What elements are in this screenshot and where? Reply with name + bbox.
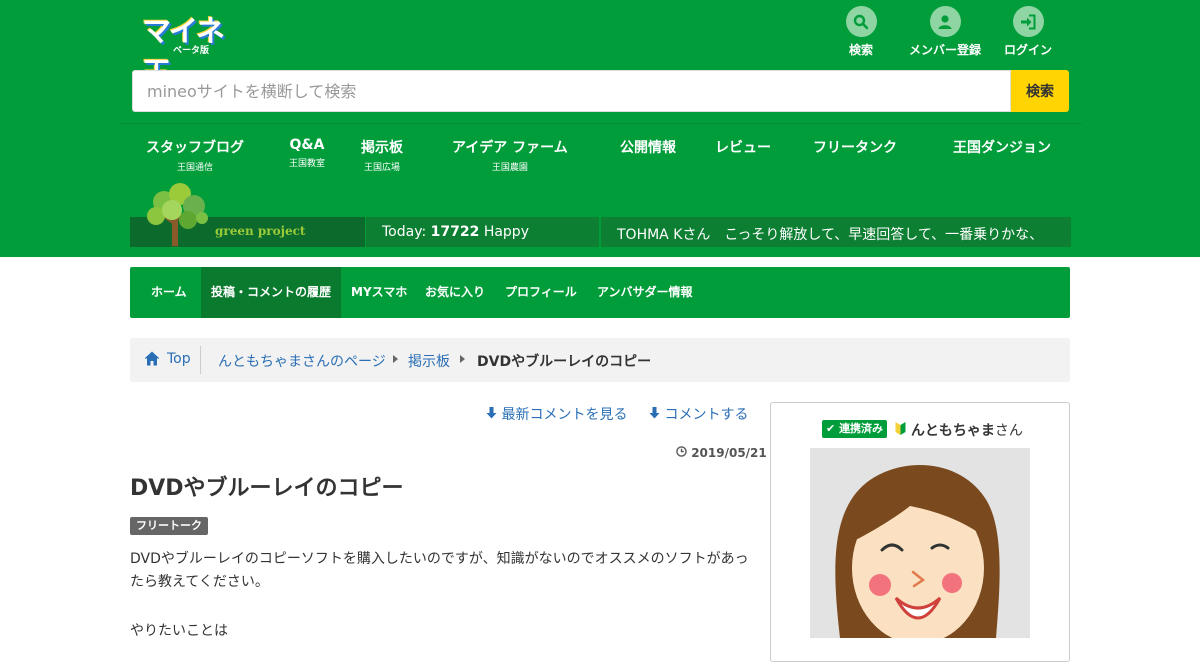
nav-item-label: 王国ダンジョン — [953, 140, 1051, 156]
arrow-down-icon — [649, 407, 660, 419]
latest-comment-link[interactable]: 最新コメントを見る — [486, 404, 627, 424]
linked-badge: ✔ 連携済み — [822, 420, 888, 438]
today-label: Today: — [382, 224, 427, 240]
subnav-item-label: プロフィール — [505, 285, 577, 299]
breadcrumb-user-page-link[interactable]: んともちゃまさんのページ — [218, 351, 386, 371]
site-logo[interactable]: マイネ王 ベータ版 — [140, 6, 240, 90]
nav-item-label: レビュー — [715, 140, 771, 156]
author-name-value: んともちゃま — [910, 423, 995, 439]
breadcrumb: Top んともちゃまさんのページ 掲示板 DVDやブルーレイのコピー — [130, 338, 1070, 382]
subnav-item-label: MYスマホ — [351, 285, 408, 299]
header-search-label: 検索 — [848, 43, 873, 57]
post-body-continued: やりたいことは — [130, 623, 228, 639]
user-icon — [929, 6, 961, 37]
subnav-item-favorites[interactable]: お気に入り — [425, 267, 485, 318]
home-icon — [144, 351, 160, 366]
comment-label: コメントする — [664, 407, 749, 423]
subnav-item-label: お気に入り — [425, 285, 486, 299]
today-suffix: Happy — [483, 224, 529, 240]
author-name-suffix: さん — [994, 423, 1023, 439]
ticker-text: TOHMA Kさん こっそり解放して、早速回答して、一番乗りかな、 — [617, 227, 1044, 243]
caret-right-icon — [460, 355, 465, 363]
subnav-item-my-smartphone[interactable]: MYスマホ — [351, 267, 407, 318]
beginner-mark-icon — [895, 422, 906, 435]
caret-right-icon — [393, 355, 398, 363]
breadcrumb-top-link[interactable]: Top — [167, 351, 191, 367]
today-happy-counter: Today: 17722 Happy — [366, 217, 599, 247]
breadcrumb-divider — [200, 346, 201, 374]
author-profile-card: ✔ 連携済み んともちゃまさん — [770, 402, 1070, 662]
post-body: DVDやブルーレイのコピーソフトを購入したいのですが、知識がないのでオススメのソ… — [130, 551, 749, 590]
news-ticker[interactable]: TOHMA Kさん こっそり解放して、早速回答して、一番乗りかな、 — [601, 217, 1071, 247]
tree-icon — [147, 183, 208, 246]
nav-item-free-tank[interactable]: フリータンク — [813, 137, 897, 157]
subnav-item-home[interactable]: ホーム — [130, 267, 208, 318]
logo-beta-label: ベータ版 — [173, 46, 210, 56]
login-icon — [1012, 6, 1044, 37]
nav-item-qa[interactable]: Q&A 王国教室 — [289, 137, 325, 169]
site-search-button[interactable]: 検索 — [1011, 70, 1069, 112]
subnav-item-history[interactable]: 投稿・コメントの履歴 — [201, 267, 342, 318]
header-login-button[interactable]: ログイン — [988, 6, 1068, 58]
avatar[interactable] — [810, 448, 1030, 638]
post-tag[interactable]: フリートーク — [130, 517, 208, 535]
nav-item-sublabel: 王国通信 — [176, 163, 213, 173]
latest-comment-label: 最新コメントを見る — [501, 407, 628, 423]
author-name[interactable]: んともちゃまさん — [895, 420, 1023, 440]
nav-item-label: スタッフブログ — [146, 140, 244, 156]
breadcrumb-current: DVDやブルーレイのコピー — [477, 354, 652, 370]
nav-item-sublabel: 王国教室 — [289, 159, 326, 169]
nav-item-sublabel: 王国広場 — [363, 163, 400, 173]
subnav-item-ambassador[interactable]: アンバサダー情報 — [597, 267, 693, 318]
subnav-item-label: アンバサダー情報 — [597, 285, 693, 299]
nav-item-review[interactable]: レビュー — [715, 137, 771, 157]
nav-item-public-info[interactable]: 公開情報 — [620, 137, 676, 157]
search-icon — [845, 6, 877, 37]
linked-badge-label: 連携済み — [839, 422, 884, 435]
clock-icon — [676, 446, 687, 457]
avatar-image — [835, 465, 1000, 638]
nav-item-label: アイデア ファーム — [452, 140, 568, 156]
nav-item-staff-blog[interactable]: スタッフブログ 王国通信 — [146, 137, 244, 173]
arrow-down-icon — [486, 407, 497, 419]
nav-item-dungeon[interactable]: 王国ダンジョン — [953, 137, 1051, 157]
header-login-label: ログイン — [1003, 43, 1052, 57]
member-subnav: ホーム 投稿・コメントの履歴 MYスマホ お気に入り プロフィール アンバサダー… — [130, 267, 1070, 318]
breadcrumb-board-link[interactable]: 掲示板 — [408, 351, 450, 371]
nav-item-label: 公開情報 — [620, 140, 676, 156]
header-register-button[interactable]: メンバー登録 — [905, 6, 985, 58]
green-project-label: green project — [215, 224, 306, 238]
today-count: 17722 — [430, 224, 480, 240]
subnav-item-profile[interactable]: プロフィール — [505, 267, 577, 318]
subnav-item-label: ホーム — [151, 285, 187, 299]
nav-item-label: フリータンク — [813, 140, 897, 156]
post-date: 2019/05/21 — [676, 446, 767, 460]
header-search-button[interactable]: 検索 — [821, 6, 901, 58]
site-search-input[interactable] — [132, 70, 1011, 112]
site-header: マイネ王 ベータ版 検索 メンバー登録 ログイン 検索 スタッフブログ 王国通信… — [0, 0, 1200, 257]
post-title: DVDやブルーレイのコピー — [130, 476, 404, 501]
post-date-value: 2019/05/21 — [691, 446, 767, 460]
nav-item-board[interactable]: 掲示板 王国広場 — [361, 137, 403, 173]
header-register-label: メンバー登録 — [908, 43, 981, 57]
check-icon: ✔ — [826, 422, 836, 435]
nav-item-label: 掲示板 — [361, 140, 403, 156]
nav-item-label: Q&A — [289, 137, 325, 153]
nav-divider — [120, 123, 1082, 124]
nav-item-sublabel: 王国農園 — [491, 163, 528, 173]
nav-item-idea-farm[interactable]: アイデア ファーム 王国農園 — [452, 137, 568, 173]
subnav-item-label: 投稿・コメントの履歴 — [211, 285, 332, 299]
comment-link[interactable]: コメントする — [649, 404, 748, 424]
